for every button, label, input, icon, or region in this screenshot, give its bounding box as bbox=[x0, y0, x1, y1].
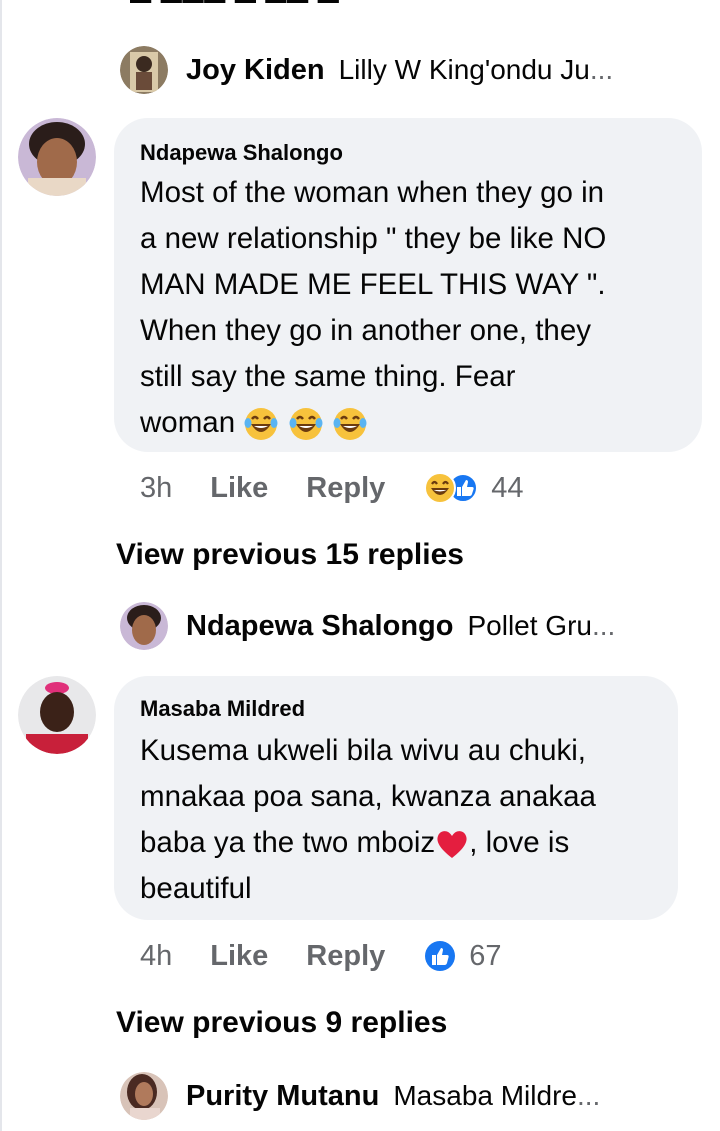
ellipsis: ... bbox=[589, 54, 614, 85]
comment-text: Most of the woman when they go in a new … bbox=[140, 170, 606, 446]
reply-preview-joy-kiden[interactable]: Joy Kiden Lilly W King'ondu Ju ... bbox=[120, 44, 613, 96]
ellipsis: ... bbox=[591, 610, 616, 641]
comment-line: baba ya the two mboiz , love is bbox=[140, 826, 570, 859]
comment-actions: 4h Like Reply 67 bbox=[140, 936, 502, 976]
red-heart-emoji-icon bbox=[437, 831, 467, 859]
thread-rail bbox=[0, 0, 2, 1131]
reaction-summary[interactable]: 44 bbox=[423, 471, 524, 505]
comment-line: MAN MADE ME FEEL THIS WAY ". bbox=[140, 268, 606, 301]
comment-line: Most of the woman when they go in bbox=[140, 176, 605, 209]
laughing-tears-emoji-icon bbox=[289, 408, 323, 441]
comment-line: Kusema ukweli bila wivu au chuki, bbox=[140, 734, 586, 767]
reply-button[interactable]: Reply bbox=[306, 940, 385, 973]
commenter-name[interactable]: Purity Mutanu bbox=[186, 1080, 379, 1113]
view-previous-replies-link[interactable]: View previous 9 replies bbox=[116, 1006, 447, 1040]
clipped-previous-text: ▀ ▀▀▀ ▀ ▀▀ ▀ bbox=[130, 0, 340, 19]
comment-bubble[interactable]: Ndapewa Shalongo Most of the woman when … bbox=[114, 118, 702, 452]
view-previous-replies-link[interactable]: View previous 15 replies bbox=[116, 538, 464, 572]
comment-line: a new relationship " they be like NO bbox=[140, 222, 607, 255]
comment-line: When they go in another one, they bbox=[140, 314, 591, 347]
avatar[interactable] bbox=[120, 1072, 168, 1120]
reaction-summary[interactable]: 67 bbox=[423, 939, 502, 973]
reply-snippet: Lilly W King'ondu Ju bbox=[338, 54, 590, 85]
avatar[interactable] bbox=[120, 46, 168, 94]
reaction-count: 67 bbox=[469, 939, 502, 972]
like-button[interactable]: Like bbox=[210, 472, 268, 505]
comment-line: mnakaa poa sana, kwanza anakaa bbox=[140, 780, 596, 813]
comment-text: Kusema ukweli bila wivu au chuki, mnakaa… bbox=[140, 728, 596, 912]
reply-button[interactable]: Reply bbox=[306, 472, 385, 505]
avatar[interactable] bbox=[18, 676, 96, 754]
reply-preview-ndapewa[interactable]: Ndapewa Shalongo Pollet Gru ... bbox=[120, 600, 615, 652]
avatar[interactable] bbox=[18, 118, 96, 196]
comment-line: still say the same thing. Fear bbox=[140, 360, 516, 393]
like-reaction-icon bbox=[425, 941, 456, 971]
comment-line: beautiful bbox=[140, 872, 252, 905]
commenter-name[interactable]: Ndapewa Shalongo bbox=[186, 610, 453, 643]
reaction-count: 44 bbox=[491, 471, 524, 504]
comment-actions: 3h Like Reply 44 bbox=[140, 468, 524, 508]
comment-author[interactable]: Ndapewa Shalongo bbox=[140, 140, 343, 166]
reply-snippet: Masaba Mildre bbox=[393, 1080, 577, 1111]
comment-line: woman bbox=[140, 400, 606, 446]
laughing-tears-emoji-icon bbox=[244, 408, 278, 441]
comment-bubble[interactable]: Masaba Mildred Kusema ukweli bila wivu a… bbox=[114, 676, 678, 920]
reactions-icon bbox=[424, 472, 479, 504]
laughing-tears-emoji-icon bbox=[333, 408, 367, 441]
avatar[interactable] bbox=[120, 602, 168, 650]
comment-timestamp[interactable]: 3h bbox=[140, 472, 172, 505]
reply-snippet: Pollet Gru bbox=[467, 610, 592, 641]
comment-author[interactable]: Masaba Mildred bbox=[140, 696, 305, 722]
like-button[interactable]: Like bbox=[210, 940, 268, 973]
ellipsis: ... bbox=[576, 1080, 601, 1111]
commenter-name[interactable]: Joy Kiden bbox=[186, 54, 325, 87]
reply-preview-purity[interactable]: Purity Mutanu Masaba Mildre ... bbox=[120, 1070, 600, 1122]
comment-timestamp[interactable]: 4h bbox=[140, 940, 172, 973]
